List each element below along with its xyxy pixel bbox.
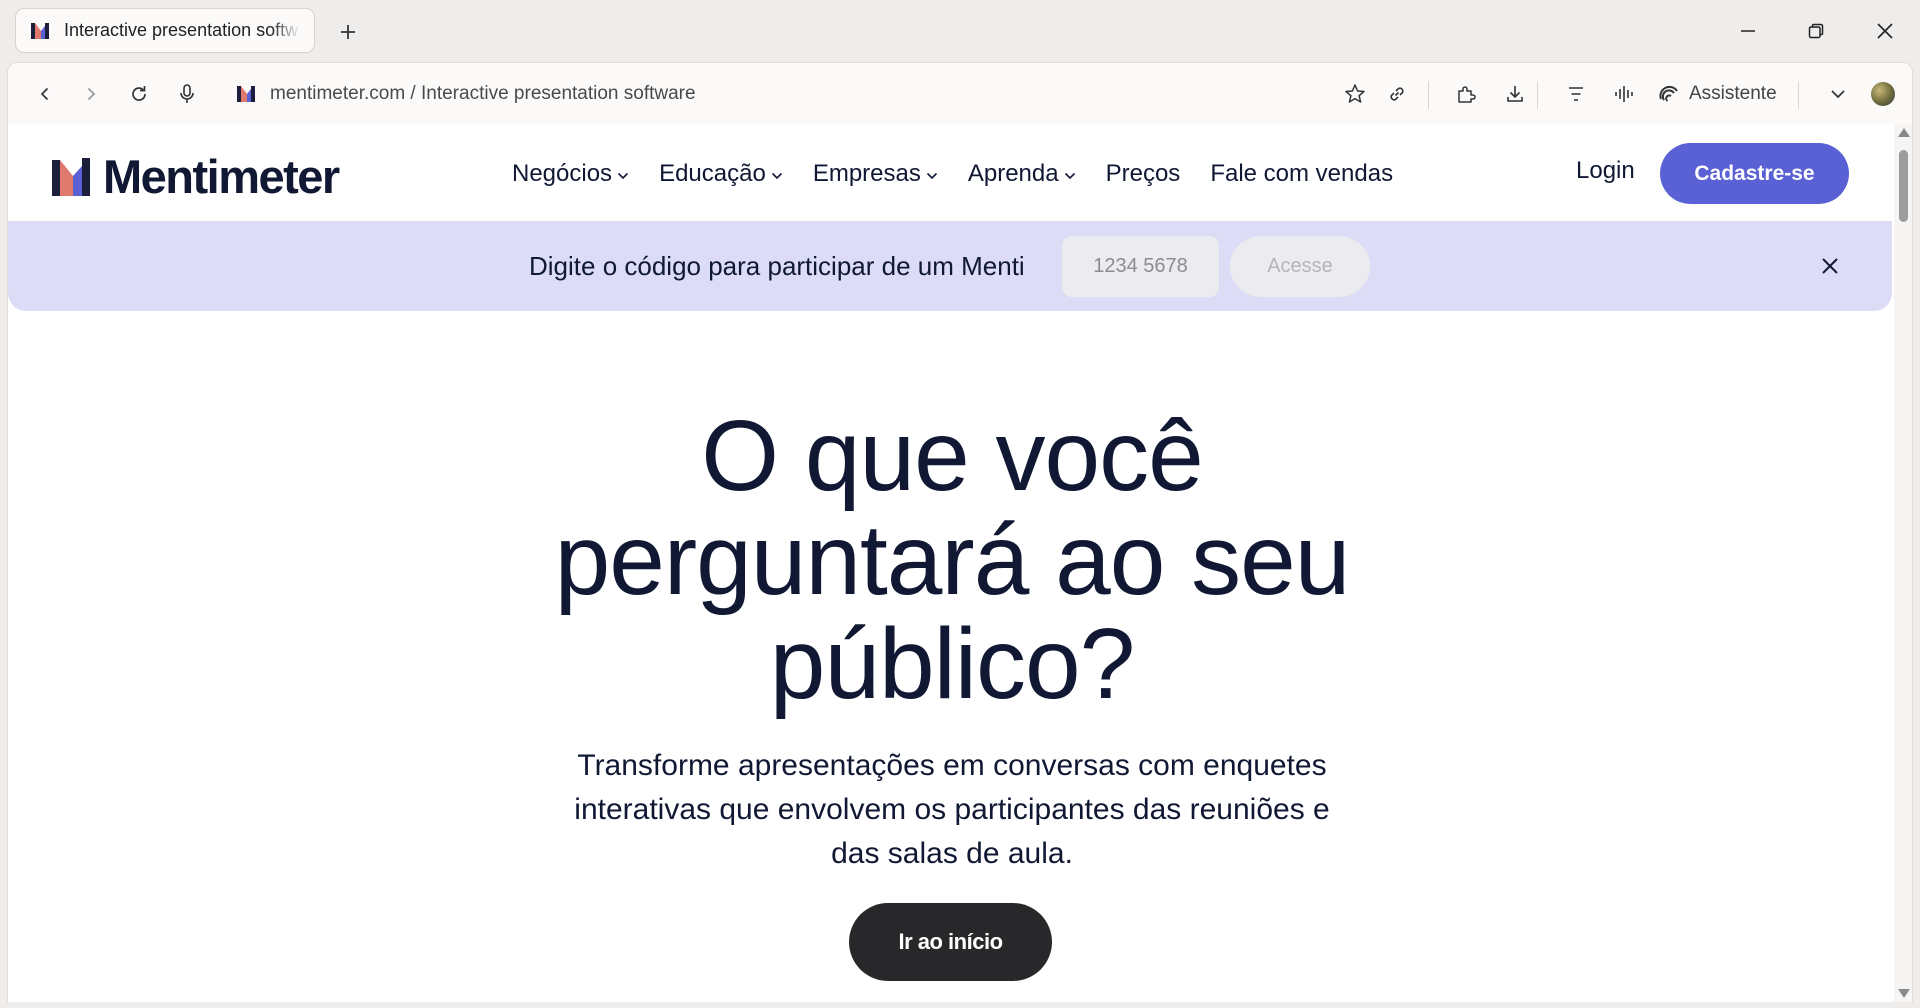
get-started-button[interactable]: Ir ao início xyxy=(849,903,1052,981)
nav-negocios[interactable]: Negócios xyxy=(512,160,629,188)
mentimeter-logo[interactable]: Mentimeter xyxy=(52,150,340,203)
url-text: mentimeter.com / Interactive presentatio… xyxy=(270,83,696,104)
nav-label: Preços xyxy=(1105,160,1181,187)
main-navigation: Negócios Educação Empresas Aprenda Preço… xyxy=(512,154,1423,194)
join-code-input[interactable] xyxy=(1062,236,1219,297)
microphone-icon[interactable] xyxy=(172,79,202,109)
nav-label: Negócios xyxy=(512,160,613,187)
link-icon[interactable] xyxy=(1382,79,1412,109)
hero-subtitle-line: interativas que envolvem os participante… xyxy=(574,793,1330,826)
site-header: Mentimeter Negócios Educação Empresas Ap… xyxy=(8,124,1896,221)
browser-toolbar: mentimeter.com / Interactive presentatio… xyxy=(7,62,1913,124)
hero-title-line: público? xyxy=(769,608,1136,720)
hero-title: O que você perguntará ao seu público? xyxy=(8,404,1896,716)
hero-title-line: O que você xyxy=(701,400,1203,512)
hero-title-line: perguntará ao seu xyxy=(554,504,1351,616)
hero-subtitle: Transforme apresentações em conversas co… xyxy=(8,744,1896,876)
assistant-label: Assistente xyxy=(1689,83,1777,104)
hero-subtitle-line: Transforme apresentações em conversas co… xyxy=(577,749,1327,782)
scroll-up-arrow-icon[interactable] xyxy=(1898,128,1910,137)
extensions-icon[interactable] xyxy=(1451,79,1481,109)
assistant-button[interactable]: Assistente xyxy=(1658,77,1777,111)
browser-tab[interactable]: Interactive presentation software xyxy=(15,8,315,53)
nav-label: Aprenda xyxy=(967,160,1059,187)
reader-icon[interactable] xyxy=(1561,79,1591,109)
close-window-icon[interactable] xyxy=(1865,14,1905,48)
login-link[interactable]: Login xyxy=(1576,157,1635,185)
nav-empresas[interactable]: Empresas xyxy=(813,160,938,188)
signup-button[interactable]: Cadastre-se xyxy=(1660,143,1849,204)
page-scrollbar[interactable] xyxy=(1894,124,1912,1002)
page-viewport: Mentimeter Negócios Educação Empresas Ap… xyxy=(7,124,1913,1002)
chevron-down-icon xyxy=(771,172,782,179)
chevron-down-icon xyxy=(617,172,629,179)
scrollbar-thumb[interactable] xyxy=(1899,150,1908,222)
tab-title: Interactive presentation software xyxy=(64,20,300,40)
tab-strip: Interactive presentation software xyxy=(0,0,1920,62)
site-favicon-icon xyxy=(237,86,255,102)
back-icon[interactable] xyxy=(30,79,60,109)
join-code-banner: Digite o código para participar de um Me… xyxy=(8,221,1892,311)
chevron-down-icon[interactable] xyxy=(1823,79,1853,109)
nav-label: Empresas xyxy=(812,160,921,187)
toolbar-separator xyxy=(1798,81,1799,109)
chevron-down-icon xyxy=(926,172,937,179)
audio-icon[interactable] xyxy=(1610,79,1640,109)
assistant-icon xyxy=(1659,85,1678,102)
nav-aprenda[interactable]: Aprenda xyxy=(968,160,1076,188)
address-bar[interactable]: mentimeter.com / Interactive presentatio… xyxy=(236,77,696,111)
close-icon[interactable] xyxy=(1813,249,1847,283)
scroll-down-arrow-icon[interactable] xyxy=(1898,989,1910,998)
nav-fale-com-vendas[interactable]: Fale com vendas xyxy=(1210,160,1393,188)
nav-educacao[interactable]: Educação xyxy=(659,160,783,188)
nav-precos[interactable]: Preços xyxy=(1106,160,1181,188)
restore-icon[interactable] xyxy=(1796,14,1836,48)
toolbar-separator xyxy=(1537,81,1538,109)
toolbar-separator xyxy=(1428,81,1429,109)
mentimeter-logo-icon xyxy=(52,157,90,196)
hero-subtitle-line: das salas de aula. xyxy=(831,837,1073,870)
star-icon[interactable] xyxy=(1340,79,1370,109)
chevron-down-icon xyxy=(1064,172,1075,179)
download-icon[interactable] xyxy=(1500,79,1530,109)
mentimeter-favicon-icon xyxy=(31,22,49,39)
logo-wordmark: Mentimeter xyxy=(103,150,340,203)
nav-label: Fale com vendas xyxy=(1210,160,1394,187)
minimize-icon[interactable] xyxy=(1728,14,1768,48)
forward-icon[interactable] xyxy=(76,79,106,109)
profile-avatar[interactable] xyxy=(1871,82,1895,106)
new-tab-icon[interactable] xyxy=(334,18,362,46)
reload-icon[interactable] xyxy=(124,79,154,109)
nav-label: Educação xyxy=(659,160,766,187)
access-button[interactable]: Acesse xyxy=(1230,236,1370,297)
banner-text: Digite o código para participar de um Me… xyxy=(529,251,1025,281)
